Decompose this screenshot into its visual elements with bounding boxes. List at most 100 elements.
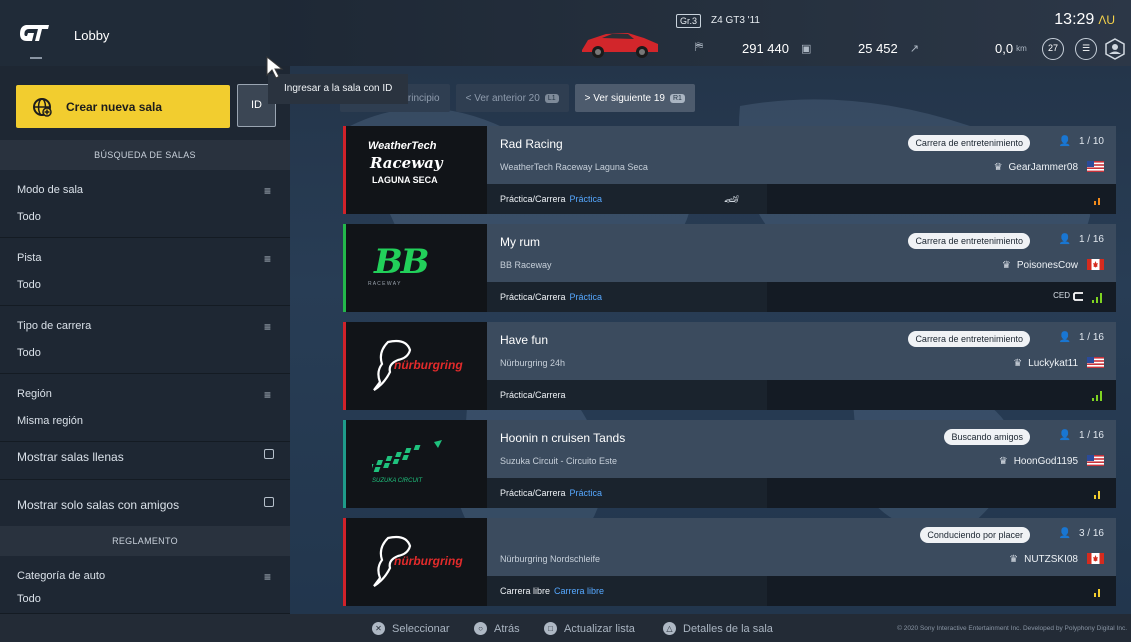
player-count: 👤 3 / 16 (1059, 528, 1104, 539)
track-logo: nürburgring (343, 322, 487, 410)
garage-icon: ⛿ (695, 41, 703, 53)
car-class-badge: Gr.3 (676, 14, 702, 28)
track-logo: BB R A C E W A Y (343, 224, 487, 312)
room-info: My rum BB Raceway Carrera de entretenimi… (487, 224, 1116, 282)
menu-icon: ≡ (264, 184, 272, 198)
mode-label: Carrera libre (500, 586, 551, 596)
room-mode-row: Carrera libre Carrera libre (487, 576, 1116, 606)
trend-icon: ↗ (909, 43, 919, 55)
room-mode: Carrera libre Carrera libre (500, 586, 604, 596)
player-count-value: 1 / 10 (1078, 136, 1104, 147)
person-icon: 👤 (1058, 234, 1071, 245)
distance-unit: km (1016, 44, 1027, 53)
filter-value: Todo (17, 279, 41, 291)
filter-label: Tipo de carrera (17, 320, 92, 332)
select-hint[interactable]: ✕ Seleccionar (372, 622, 449, 635)
distance-stat: 0,0 km (995, 41, 1027, 56)
connection-area (767, 478, 1116, 508)
signal-strength-icon (1092, 391, 1102, 401)
triangle-button-icon: △ (663, 622, 676, 635)
room-host: ♛ NUTZSKI08 (1009, 554, 1078, 565)
checkbox[interactable] (264, 497, 274, 507)
room-card[interactable]: nürburgring Nürburgring Nordschleife Con… (343, 518, 1116, 606)
room-type-badge: Conduciendo por placer (920, 527, 1030, 543)
room-mode-row: Práctica/Carrera Práctica 🏎 (487, 184, 1116, 214)
filter-label: Región (17, 388, 52, 400)
logo-text: SUZUKA CIRCUIT (372, 478, 423, 484)
page-title: Lobby (74, 28, 110, 43)
create-room-button[interactable]: Crear nueva sala (16, 85, 230, 128)
room-host: ♛ HoonGod1195 (999, 456, 1078, 467)
credits-stat: 291 440 ▣ (742, 41, 811, 56)
room-name: Have fun (500, 333, 549, 347)
mode-extra: Carrera libre (554, 586, 605, 596)
filter-value: Misma región (17, 415, 84, 427)
toggle-label: Mostrar solo salas con amigos (17, 498, 180, 512)
mileage-icon: ▣ (801, 43, 812, 55)
room-info: Hoonin n cruisen Tands Suzuka Circuit - … (487, 420, 1116, 478)
filter-race-type[interactable]: Tipo de carrera Todo ≡ (0, 306, 290, 374)
ced-icon (1073, 292, 1083, 301)
menu-icon: ≡ (264, 320, 272, 334)
gt-logo (18, 22, 49, 44)
checkbox[interactable] (264, 449, 274, 459)
credits-value: 291 440 (742, 41, 789, 56)
distance-value: 0,0 (995, 41, 1014, 56)
r1-key-icon: R1 (669, 93, 685, 103)
room-mode-row: Práctica/Carrera Práctica CED (487, 282, 1116, 312)
filter-car-category[interactable]: Categoría de auto Todo ≡ (0, 556, 290, 614)
refresh-hint[interactable]: □ Actualizar lista (544, 622, 635, 635)
room-card[interactable]: BB R A C E W A Y My rum BB Raceway Carre… (343, 224, 1116, 312)
us-flag-icon (1087, 455, 1104, 466)
menu-icon: ≡ (264, 570, 272, 584)
filter-label: Modo de sala (17, 184, 84, 196)
filter-label: Categoría de auto (17, 570, 106, 582)
suzuka-logo-icon (372, 440, 442, 472)
crown-icon: ♛ (1001, 260, 1011, 271)
player-count: 👤 1 / 10 (1059, 136, 1104, 147)
status-area (270, 0, 1131, 66)
mode-extra: Práctica (569, 292, 603, 302)
host-name: Luckykat11 (1028, 358, 1078, 369)
sidebar: Crear nueva sala ID BÚSQUEDA DE SALAS Mo… (0, 66, 290, 614)
signal-strength-icon (1094, 491, 1100, 499)
track-name: WeatherTech Raceway Laguna Seca (500, 162, 648, 172)
globe-icon (33, 97, 52, 117)
room-card[interactable]: SUZUKA CIRCUIT Hoonin n cruisen Tands Su… (343, 420, 1116, 508)
car-thumbnail (582, 33, 658, 58)
profile-icon[interactable] (1105, 38, 1125, 60)
mileage-value: 25 452 (858, 41, 898, 56)
toggle-show-full-rooms[interactable]: Mostrar salas llenas (0, 432, 290, 480)
previous-page-label: < Ver anterior 20 (465, 92, 540, 104)
filter-room-mode[interactable]: Modo de sala Todo ≡ (0, 170, 290, 238)
room-name: My rum (500, 235, 540, 249)
create-room-label: Crear nueva sala (66, 99, 163, 114)
room-type-badge: Carrera de entretenimiento (908, 233, 1030, 249)
crown-icon: ♛ (998, 456, 1008, 467)
host-name: PoisonesCow (1016, 260, 1078, 271)
room-name: Rad Racing (500, 137, 563, 151)
next-page-button[interactable]: > Ver siguiente 19 R1 (574, 84, 695, 112)
host-name: GearJammer08 (1008, 162, 1078, 173)
filter-track[interactable]: Pista Todo ≡ (0, 238, 290, 306)
room-mode: Práctica/Carrera Práctica (500, 488, 602, 498)
toggle-friends-only[interactable]: Mostrar solo salas con amigos (0, 480, 290, 528)
room-info: Have fun Nürburgring 24h Carrera de entr… (487, 322, 1116, 380)
logo-text: nürburgring (394, 358, 463, 372)
filter-value: Todo (17, 347, 41, 359)
mode-label: Práctica/Carrera (500, 488, 566, 498)
room-card[interactable]: WeatherTech Raceway LAGUNA SECA Rad Raci… (343, 126, 1116, 214)
logo-text: BB (374, 242, 430, 282)
tooltip: Ingresar a la sala con ID (268, 74, 409, 104)
details-hint[interactable]: △ Detalles de la sala (663, 622, 773, 635)
previous-page-button[interactable]: < Ver anterior 20 L1 (455, 84, 569, 112)
mode-label: Práctica/Carrera (500, 292, 566, 302)
menu-icon: ≡ (264, 252, 272, 266)
room-type-badge: Carrera de entretenimiento (908, 331, 1030, 347)
notifications-icon[interactable]: ☰ (1075, 38, 1097, 60)
room-mode: Práctica/Carrera Práctica (500, 194, 602, 204)
canada-flag-icon (1087, 553, 1104, 564)
room-card[interactable]: nürburgring Have fun Nürburgring 24h Car… (343, 322, 1116, 410)
back-hint[interactable]: ○ Atrás (474, 622, 520, 635)
player-count-value: 1 / 16 (1078, 332, 1104, 343)
